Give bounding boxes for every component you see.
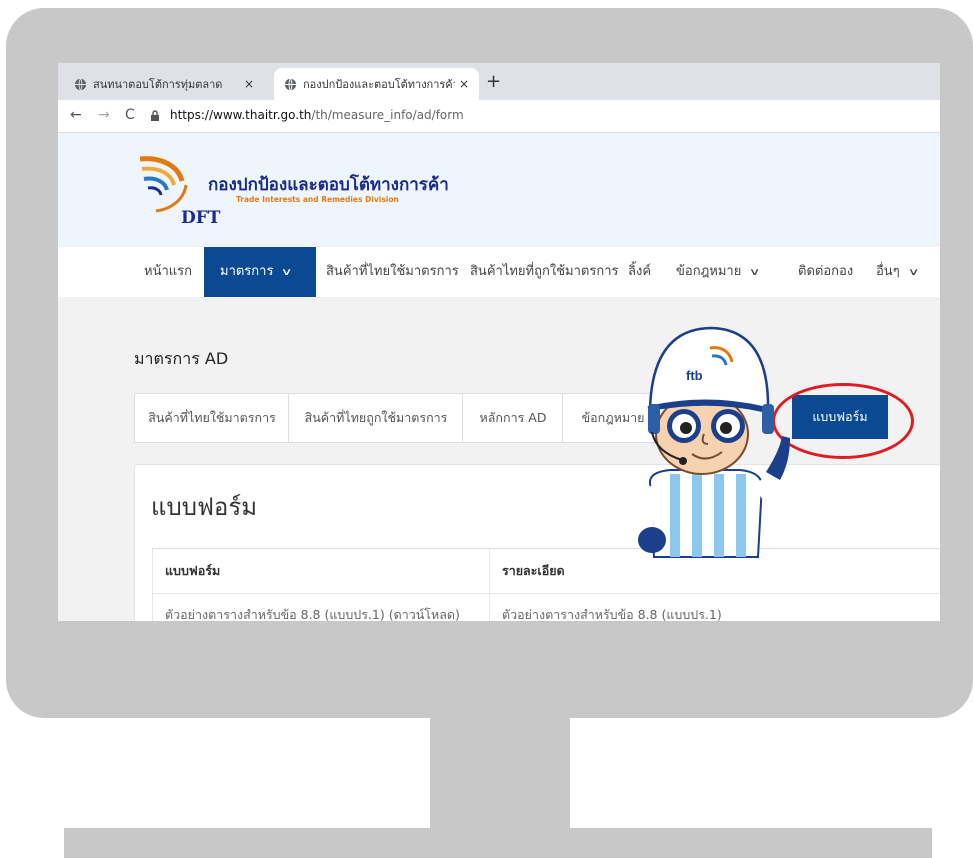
helmet-logo-text: ftb xyxy=(686,368,703,383)
tab-label: กองปกป้องและตอบโต้ทางการค้า กรมการ xyxy=(303,78,455,91)
back-button[interactable]: ← xyxy=(70,107,82,123)
table-cell-form-link[interactable]: ตัวอย่างตารางสำหรับข้อ 8.8 (แบบปร.1) (ดา… xyxy=(152,593,489,621)
nav-item-home[interactable]: หน้าแรก xyxy=(144,247,192,297)
url-field[interactable]: https://www.thaitr.go.th/th/measure_info… xyxy=(170,108,464,122)
reload-button[interactable]: C xyxy=(125,107,135,123)
chevron-down-icon: ∨ xyxy=(281,267,293,278)
new-tab-button[interactable]: + xyxy=(486,71,501,92)
site-name-english: Trade Interests and Remedies Division xyxy=(236,195,399,204)
tab-label: สนทนาตอบโต้การทุ่มตลาด xyxy=(93,78,223,91)
table-row: ตัวอย่างตารางสำหรับข้อ 8.8 (แบบปร.1) (ดา… xyxy=(152,593,940,621)
lock-icon xyxy=(151,110,159,121)
table-header-form: แบบฟอร์ม xyxy=(152,549,489,593)
monitor-screen: สนทนาตอบโต้การทุ่มตลาด × กองปกป้องและตอบ… xyxy=(58,63,940,621)
close-icon[interactable]: × xyxy=(455,77,473,91)
form-table: แบบฟอร์ม รายละเอียด ตัวอย่างตารางสำหรับข… xyxy=(152,548,940,621)
form-card: แบบฟอร์ม แบบฟอร์ม รายละเอียด ตัวอย่างตาร… xyxy=(134,464,940,621)
forward-button[interactable]: → xyxy=(98,107,110,123)
nav-item-contact[interactable]: ติดต่อกอง xyxy=(798,247,853,297)
browser-tab-active[interactable]: กองปกป้องและตอบโต้ทางการค้า กรมการ × xyxy=(274,68,479,100)
nav-item-thai-measures[interactable]: สินค้าที่ไทยใช้มาตรการ xyxy=(326,247,459,297)
close-icon[interactable]: × xyxy=(240,77,258,91)
subtab-thai-measures[interactable]: สินค้าที่ไทยใช้มาตรการ xyxy=(134,393,290,443)
main-nav: หน้าแรก มาตรการ ∨ สินค้าที่ไทยใช้มาตรการ … xyxy=(58,247,940,297)
globe-icon xyxy=(74,78,87,90)
monitor-stand-neck xyxy=(430,716,570,834)
dft-logo-icon xyxy=(139,156,188,213)
page-title: มาตรการ AD xyxy=(134,349,229,368)
site-header: กองปกป้องและตอบโต้ทางการค้า Trade Intere… xyxy=(58,133,940,246)
nav-item-measures[interactable]: มาตรการ ∨ xyxy=(204,247,316,297)
browser-tab-bar: สนทนาตอบโต้การทุ่มตลาด × กองปกป้องและตอบ… xyxy=(58,63,940,100)
nav-item-law[interactable]: ข้อกฎหมาย ∨ xyxy=(676,247,761,297)
card-title: แบบฟอร์ม xyxy=(151,493,258,521)
globe-icon xyxy=(284,78,297,90)
subtab-ad-principles[interactable]: หลักการ AD xyxy=(462,393,564,443)
browser-tab-inactive[interactable]: สนทนาตอบโต้การทุ่มตลาด × xyxy=(64,68,264,100)
nav-item-more[interactable]: อื่นๆ ∨ xyxy=(876,247,920,297)
table-cell-detail: ตัวอย่างตารางสำหรับข้อ 8.8 (แบบปร.1) xyxy=(489,593,940,621)
browser-address-bar: ← → C https://www.thaitr.go.th/th/measur… xyxy=(58,100,940,133)
url-domain: https://www.thaitr.go.th xyxy=(170,108,312,122)
table-header-row: แบบฟอร์ม รายละเอียด xyxy=(152,549,940,594)
chevron-down-icon: ∨ xyxy=(749,267,761,278)
site-name-thai: กองปกป้องและตอบโต้ทางการค้า xyxy=(208,175,449,195)
subtab-measures-on-thai[interactable]: สินค้าที่ไทยถูกใช้มาตรการ xyxy=(288,393,464,443)
mascot-figure: ftb xyxy=(635,326,790,558)
monitor-stand-base xyxy=(64,828,932,858)
nav-item-links[interactable]: ลิ้งค์ xyxy=(628,247,651,297)
chevron-down-icon: ∨ xyxy=(907,267,920,278)
nav-item-measures-on-thai[interactable]: สินค้าไทยที่ถูกใช้มาตรการ xyxy=(470,247,618,297)
url-path: /th/measure_info/ad/form xyxy=(311,108,464,122)
site-abbreviation: DFT xyxy=(181,208,221,228)
